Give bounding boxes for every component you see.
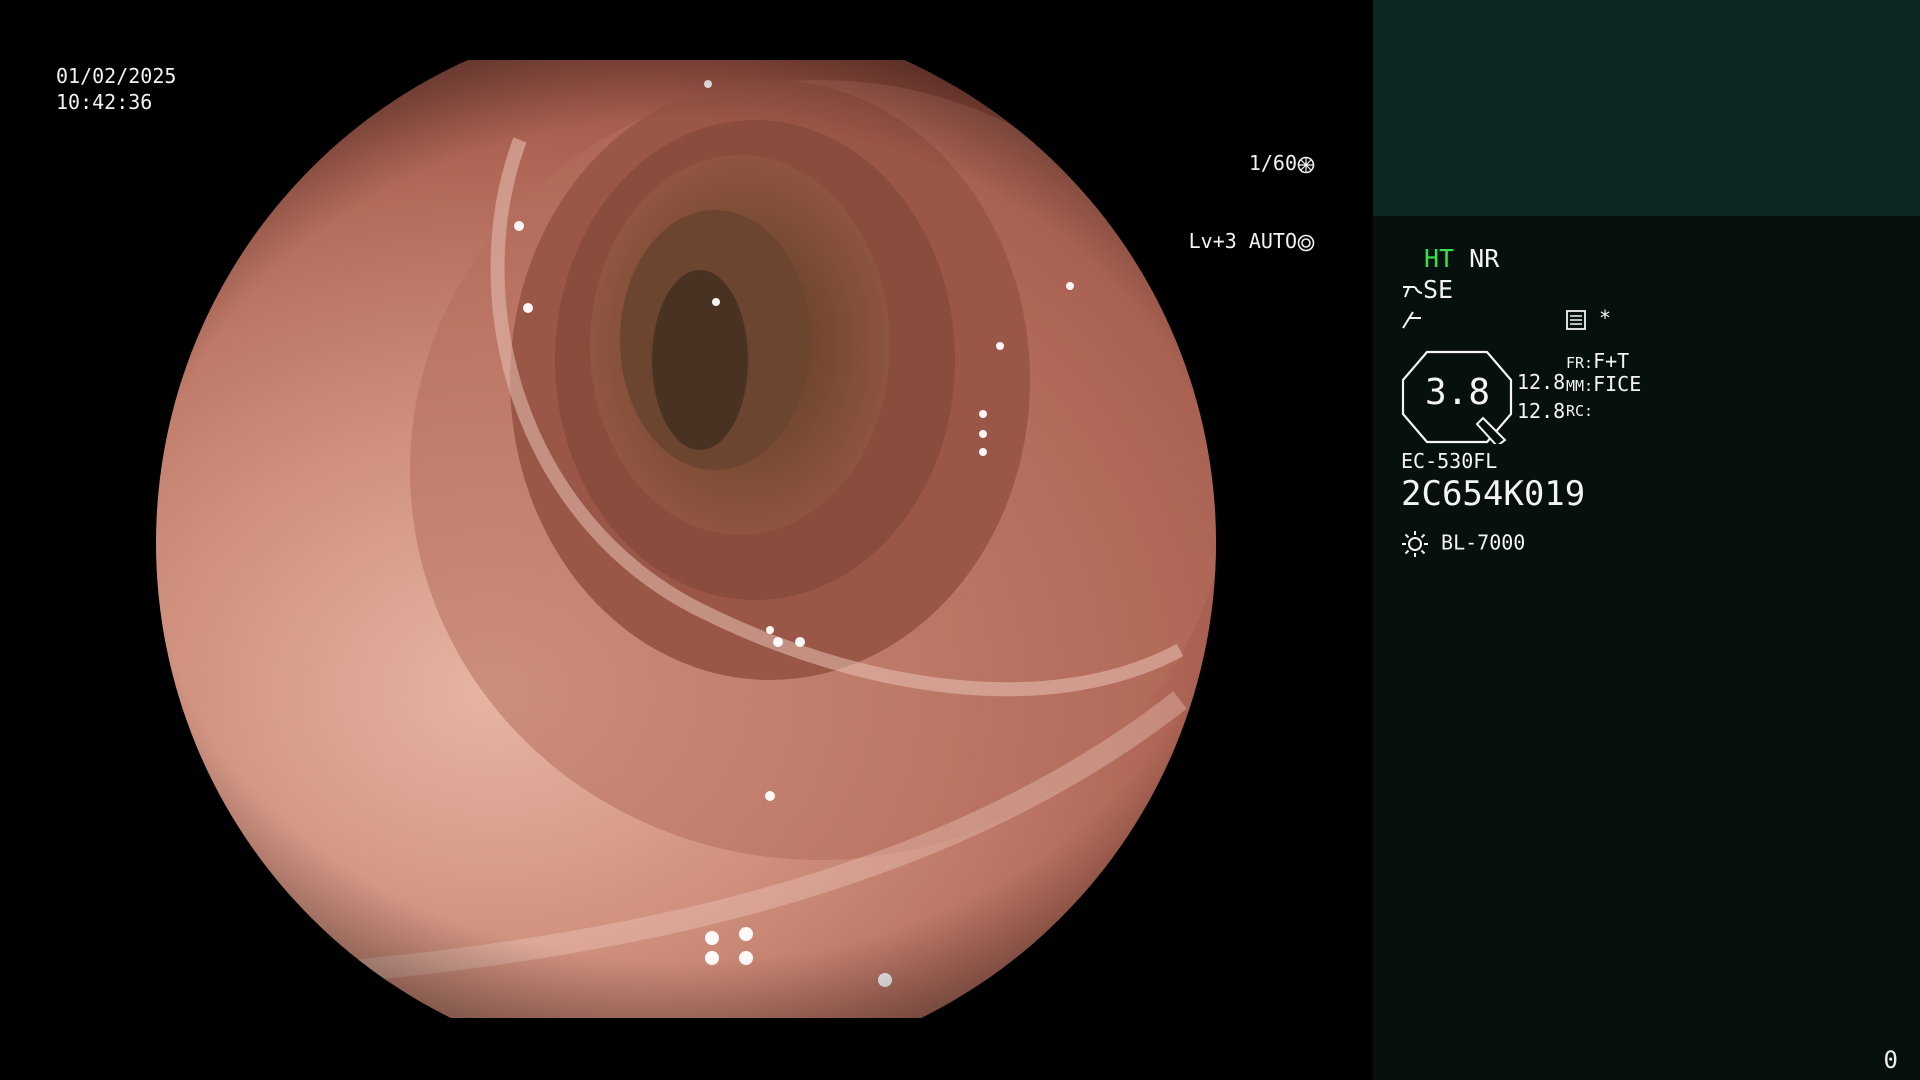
iris-mode-text: AUTO <box>1248 229 1297 253</box>
asterisk-mark: * <box>1599 306 1612 330</box>
shutter-row: 1/60 <box>1189 150 1315 176</box>
fr-value: F+T <box>1593 349 1630 373</box>
exposure-readout: 1/60 Lv+3 AUTO <box>1189 98 1315 306</box>
memo-icon <box>1566 309 1586 330</box>
mm-label: MM: <box>1566 377 1594 395</box>
datetime-readout: 01/02/2025 10:42:36 <box>56 63 176 115</box>
level-text: Lv+3 <box>1188 229 1237 253</box>
light-source-row: BL-7000 <box>1401 530 1525 558</box>
date-text: 01/02/2025 <box>56 64 177 88</box>
rc-row: RC: <box>1566 401 1593 420</box>
endoscope-video-area: 01/02/2025 10:42:36 1/60 Lv+3 AUTO <box>0 0 1373 1080</box>
fr-label: FR: <box>1566 354 1594 372</box>
scope-serial: 2C654K019 <box>1401 474 1586 514</box>
ht-label: HT <box>1424 244 1455 273</box>
ht-nr-row: HT NR <box>1424 244 1499 273</box>
shutter-text: 1/60 <box>1248 151 1297 175</box>
shutter-icon <box>1297 156 1315 173</box>
time-text: 10:42:36 <box>56 90 153 114</box>
mm-value: FICE <box>1593 372 1642 396</box>
memo-row: * <box>1565 306 1611 331</box>
scope-model: EC-530FL <box>1401 449 1498 473</box>
rc-label: RC: <box>1566 402 1594 420</box>
zoom-value: 3.8 <box>1425 372 1491 413</box>
se-row: SE <box>1401 275 1453 304</box>
value-top: 12.8 <box>1517 370 1566 394</box>
color-enhance-row <box>1401 306 1423 330</box>
endoscope-image <box>0 0 1373 1080</box>
iris-row: Lv+3 AUTO <box>1189 228 1315 254</box>
image-counter: 0 <box>1883 1046 1898 1074</box>
mm-row: MM:FICE <box>1566 372 1641 396</box>
light-source-text: BL-7000 <box>1441 530 1526 555</box>
info-panel: HT NR SE * 3.8 12.8 12.8 FR:F+T MM:FICE … <box>1373 0 1920 1080</box>
structure-enhance-icon <box>1403 286 1423 298</box>
fr-row: FR:F+T <box>1566 349 1629 373</box>
color-enhance-icon <box>1402 310 1421 329</box>
patient-info-area <box>1373 0 1920 216</box>
value-bottom: 12.8 <box>1517 399 1566 423</box>
light-source-icon <box>1402 531 1428 557</box>
iris-icon <box>1297 234 1315 251</box>
se-label: SE <box>1423 275 1454 304</box>
nr-label: NR <box>1469 244 1500 273</box>
